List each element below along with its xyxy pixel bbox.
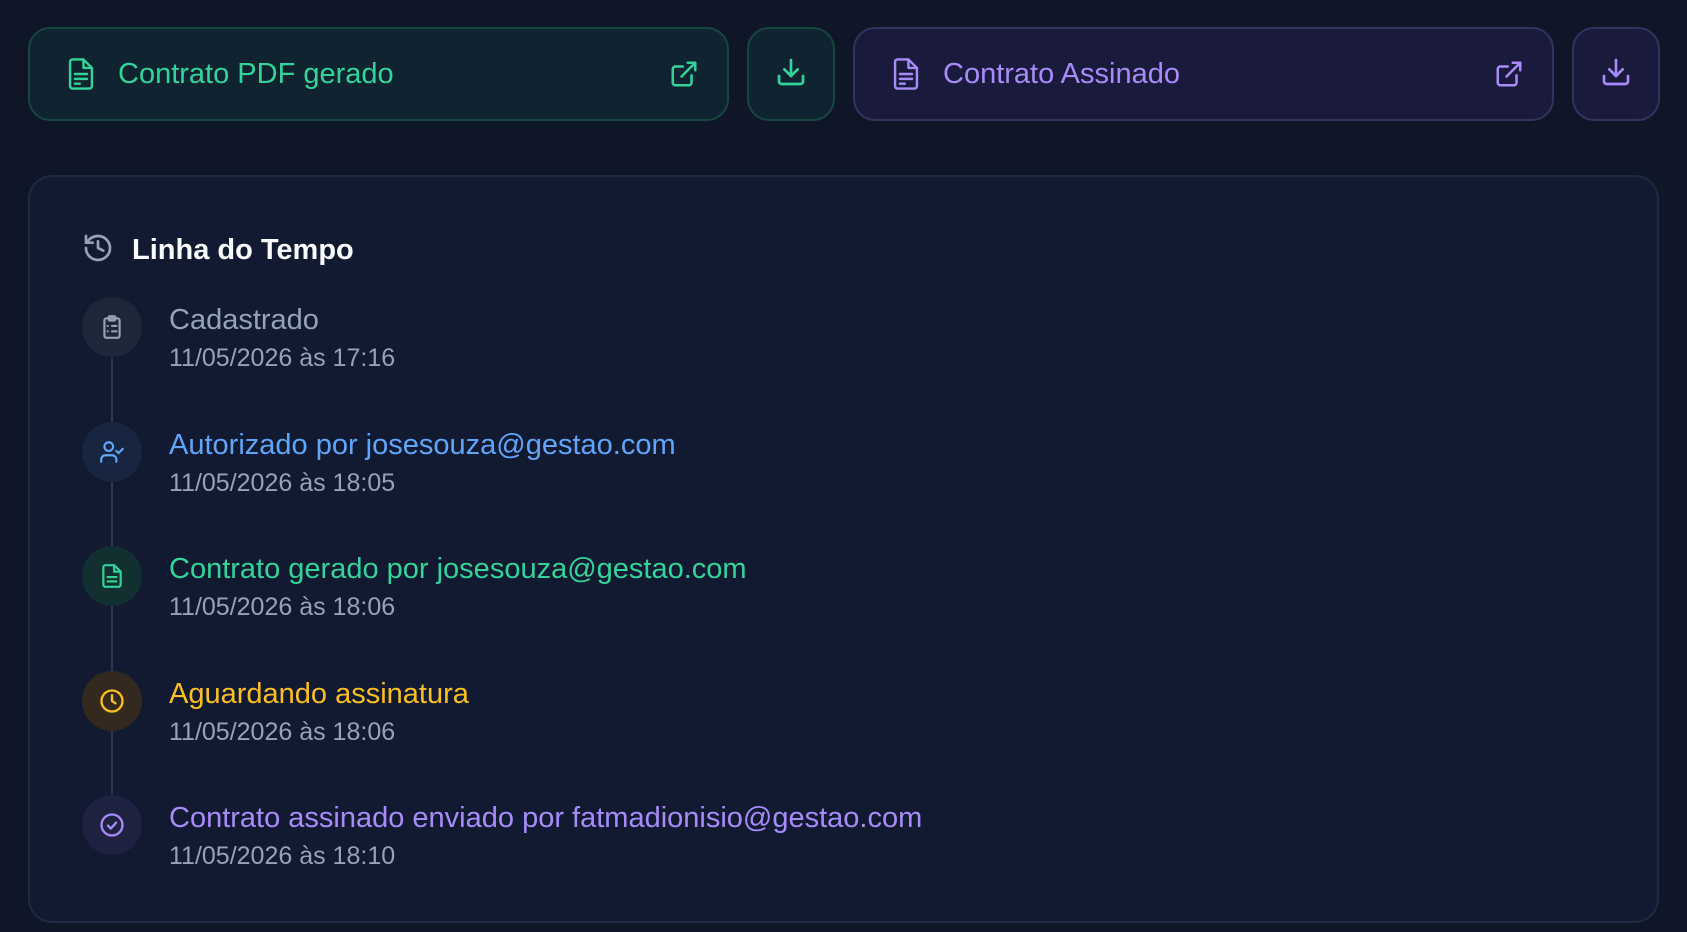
timeline-event: Autorizado por josesouza@gestao.com 11/0… xyxy=(82,421,1582,547)
download-signed-contract-button[interactable] xyxy=(1572,27,1660,121)
event-title: Autorizado por josesouza@gestao.com xyxy=(169,428,676,461)
download-icon xyxy=(1600,56,1632,93)
clipboard-icon xyxy=(82,297,142,357)
user-check-icon xyxy=(82,421,142,482)
check-circle-icon xyxy=(82,795,142,855)
generated-pdf-label: Contrato PDF gerado xyxy=(118,57,394,90)
history-icon xyxy=(82,232,114,269)
open-generated-pdf-button[interactable]: Contrato PDF gerado xyxy=(28,27,729,121)
document-actions: Contrato PDF gerado Contrato Assinado xyxy=(28,27,1660,121)
event-timestamp: 11/05/2026 às 18:06 xyxy=(169,593,396,621)
event-title: Aguardando assinatura xyxy=(169,677,469,710)
timeline-list: Cadastrado 11/05/2026 às 17:16 Autorizad… xyxy=(82,297,1582,920)
timeline-card: Linha do Tempo Cadastrado 11/05/2026 às … xyxy=(28,175,1659,923)
signed-contract-label: Contrato Assinado xyxy=(943,57,1180,90)
external-link-icon xyxy=(1494,59,1524,89)
timeline-event: Cadastrado 11/05/2026 às 17:16 xyxy=(82,297,1582,422)
event-timestamp: 11/05/2026 às 18:06 xyxy=(169,717,396,746)
event-title: Cadastrado xyxy=(169,304,319,336)
file-text-icon xyxy=(66,57,96,91)
open-signed-contract-button[interactable]: Contrato Assinado xyxy=(853,27,1554,121)
timeline-event: Contrato assinado enviado por fatmadioni… xyxy=(82,795,1582,920)
event-title: Contrato gerado por josesouza@gestao.com xyxy=(169,553,747,585)
timeline-title: Linha do Tempo xyxy=(132,234,354,266)
event-title: Contrato assinado enviado por fatmadioni… xyxy=(169,802,923,834)
event-timestamp: 11/05/2026 às 17:16 xyxy=(169,344,396,372)
clock-icon xyxy=(82,670,142,731)
event-timestamp: 11/05/2026 às 18:05 xyxy=(169,468,396,497)
download-icon xyxy=(775,56,807,93)
file-text-icon xyxy=(82,546,142,606)
event-timestamp: 11/05/2026 às 18:10 xyxy=(169,842,396,870)
timeline-header: Linha do Tempo xyxy=(82,232,354,269)
contract-panel: Contrato PDF gerado Contrato Assinado Li… xyxy=(0,0,1687,932)
download-generated-pdf-button[interactable] xyxy=(747,27,835,121)
timeline-event: Aguardando assinatura 11/05/2026 às 18:0… xyxy=(82,670,1582,796)
external-link-icon xyxy=(669,59,699,89)
timeline-event: Contrato gerado por josesouza@gestao.com… xyxy=(82,546,1582,671)
file-text-icon xyxy=(891,57,921,91)
